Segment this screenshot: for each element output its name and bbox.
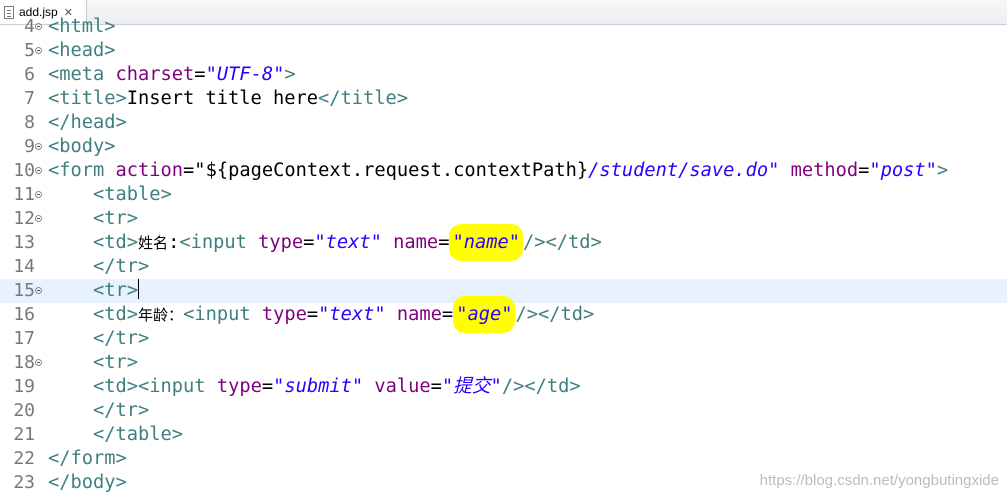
code-line[interactable]: 6 <meta charset="UTF-8">	[0, 63, 1007, 87]
code-text: <tr>	[93, 208, 139, 229]
line-number: 23	[13, 472, 35, 493]
code-text: <title>Insert title here</title>	[48, 88, 409, 109]
code-line[interactable]: 17 </tr>	[0, 327, 1007, 351]
text-cursor	[138, 279, 140, 299]
fold-icon[interactable]	[35, 191, 42, 198]
watermark-text: https://blog.csdn.net/yongbutingxide	[759, 472, 999, 489]
line-number: 5	[24, 40, 35, 61]
code-text: <td><input type="submit" value="提交"/></t…	[93, 376, 581, 397]
code-text: <html>	[48, 16, 116, 37]
line-number: 4	[24, 16, 35, 37]
line-number: 14	[13, 256, 35, 277]
code-line[interactable]: 21 </table>	[0, 423, 1007, 447]
code-text: </body>	[48, 472, 127, 493]
code-text: <tr>	[93, 279, 140, 301]
code-line[interactable]: 14 </tr>	[0, 255, 1007, 279]
code-line[interactable]: 4 <html>	[0, 15, 1007, 39]
line-number: 11	[13, 184, 35, 205]
line-number: 8	[24, 112, 35, 133]
fold-icon[interactable]	[35, 47, 42, 54]
fold-icon[interactable]	[35, 23, 42, 30]
code-text: </head>	[48, 112, 127, 133]
fold-icon[interactable]	[35, 143, 42, 150]
code-line[interactable]: 13 <td>姓名:<input type="text" name= "name"…	[0, 224, 1007, 261]
code-line[interactable]: 11 <table>	[0, 183, 1007, 207]
fold-icon[interactable]	[35, 359, 42, 366]
fold-icon[interactable]	[35, 287, 42, 294]
line-number: 9	[24, 136, 35, 157]
code-text: <body>	[48, 136, 116, 157]
line-number: 7	[24, 88, 35, 109]
code-line[interactable]: 22 </form>	[0, 447, 1007, 471]
line-number: 19	[13, 376, 35, 397]
code-line[interactable]: 18 <tr>	[0, 351, 1007, 375]
line-number: 22	[13, 448, 35, 469]
code-line[interactable]: 9 <body>	[0, 135, 1007, 159]
line-number: 20	[13, 400, 35, 421]
line-number: 17	[13, 328, 35, 349]
fold-icon[interactable]	[35, 167, 42, 174]
line-number: 12	[13, 208, 35, 229]
code-line[interactable]: 10 <form action="${pageContext.request.c…	[0, 159, 1007, 183]
code-text: <form action="${pageContext.request.cont…	[48, 160, 949, 181]
line-number: 16	[13, 304, 35, 325]
code-text: </tr>	[93, 328, 150, 349]
code-text: </tr>	[93, 256, 150, 277]
code-text: <table>	[93, 184, 172, 205]
code-line[interactable]: 8 </head>	[0, 111, 1007, 135]
line-number: 15	[13, 280, 35, 301]
code-text: <td>姓名:<input type="text" name= "name"/><…	[48, 224, 602, 261]
line-number: 10	[13, 160, 35, 181]
code-text: </form>	[48, 448, 127, 469]
code-text: </table>	[93, 424, 184, 445]
code-text: <head>	[48, 40, 116, 61]
code-editor[interactable]: 4 <html> 5 <head> 6 <meta charset="UTF-8…	[0, 16, 1007, 495]
code-line[interactable]: 20 </tr>	[0, 399, 1007, 423]
code-text: <td>年龄：<input type="text" name= "age"/></…	[48, 296, 594, 333]
code-line[interactable]: 16 <td>年龄：<input type="text" name= "age" /…	[0, 296, 1007, 333]
fold-icon[interactable]	[35, 215, 42, 222]
code-line[interactable]: 5 <head>	[0, 39, 1007, 63]
code-text: <meta charset="UTF-8">	[48, 64, 296, 85]
code-line[interactable]: 19 <td><input type="submit" value="提交"/>…	[0, 375, 1007, 399]
line-number: 21	[13, 424, 35, 445]
line-number: 18	[13, 352, 35, 373]
line-number: 6	[24, 64, 35, 85]
line-number: 13	[13, 232, 35, 253]
code-line[interactable]: 7 <title>Insert title here</title>	[0, 87, 1007, 111]
code-text: </tr>	[93, 400, 150, 421]
code-text: <tr>	[93, 352, 139, 373]
